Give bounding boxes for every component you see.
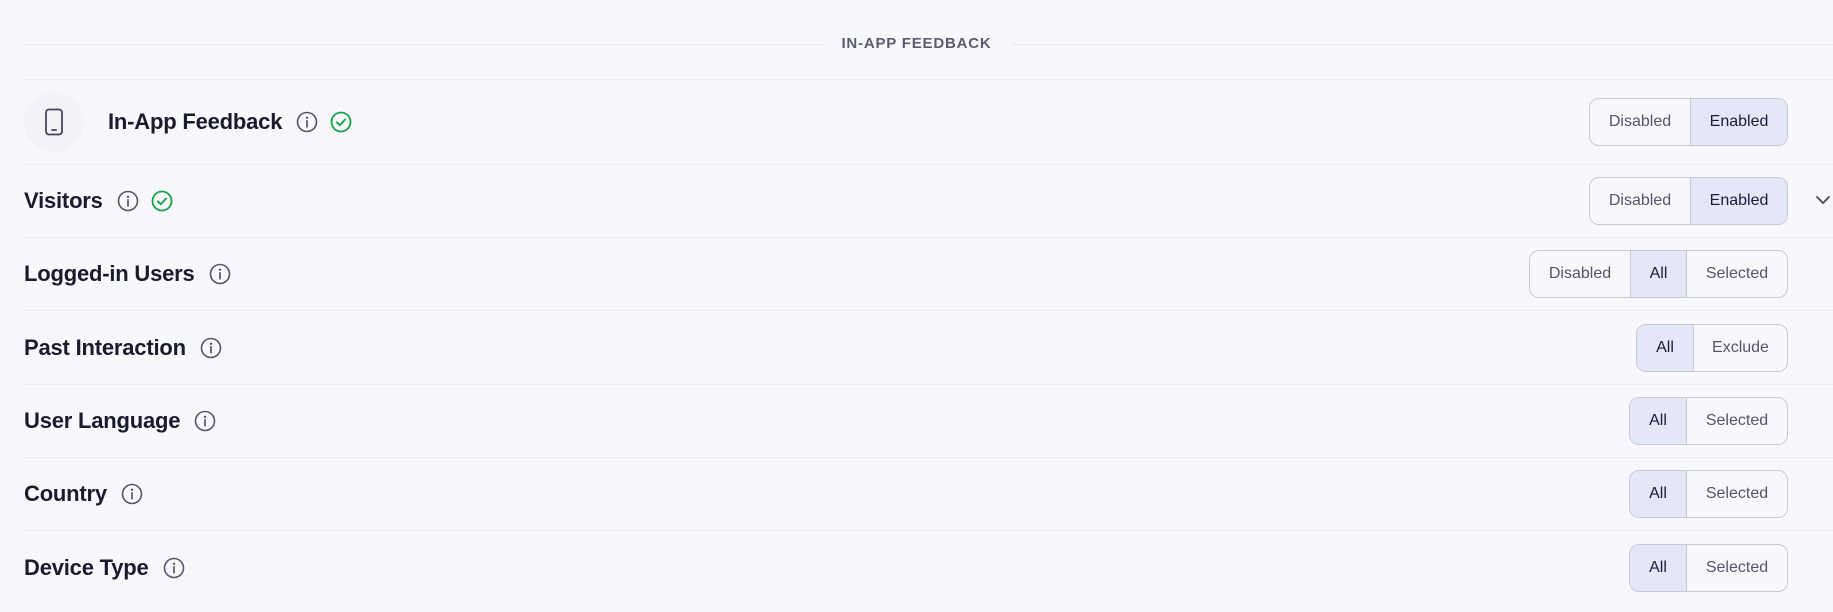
device-badge bbox=[24, 92, 84, 152]
info-icon[interactable] bbox=[200, 337, 222, 359]
verified-check-icon bbox=[330, 111, 352, 133]
row-visitors: Visitors bbox=[24, 164, 1833, 237]
row-in-app-feedback: In-App Feedback bbox=[24, 79, 1833, 164]
info-icon[interactable] bbox=[296, 111, 318, 133]
option-all[interactable]: All bbox=[1637, 325, 1693, 371]
option-disabled[interactable]: Disabled bbox=[1590, 178, 1690, 224]
device-type-toggle: All Selected bbox=[1629, 544, 1788, 592]
info-icon[interactable] bbox=[209, 263, 231, 285]
row-label: Country bbox=[24, 481, 107, 506]
option-enabled[interactable]: Enabled bbox=[1690, 178, 1787, 224]
option-all[interactable]: All bbox=[1630, 471, 1686, 517]
option-exclude[interactable]: Exclude bbox=[1693, 325, 1787, 371]
row-label: Logged-in Users bbox=[24, 261, 195, 286]
option-selected[interactable]: Selected bbox=[1686, 471, 1787, 517]
info-icon[interactable] bbox=[117, 190, 139, 212]
row-label: In-App Feedback bbox=[108, 109, 283, 134]
row-country: Country bbox=[24, 457, 1833, 530]
past-interaction-toggle: All Exclude bbox=[1636, 324, 1788, 372]
visitors-toggle: Disabled Enabled bbox=[1589, 177, 1788, 225]
section-title: IN-APP FEEDBACK bbox=[821, 32, 1012, 56]
logged-in-users-toggle: Disabled All Selected bbox=[1529, 250, 1788, 298]
row-device-type: Device Type bbox=[24, 530, 1833, 604]
option-selected[interactable]: Selected bbox=[1686, 398, 1787, 444]
row-label: Device Type bbox=[24, 554, 149, 580]
option-disabled[interactable]: Disabled bbox=[1590, 99, 1690, 145]
info-icon[interactable] bbox=[121, 483, 143, 505]
option-selected[interactable]: Selected bbox=[1686, 251, 1787, 297]
option-disabled[interactable]: Disabled bbox=[1530, 251, 1630, 297]
info-icon[interactable] bbox=[194, 410, 216, 432]
country-toggle: All Selected bbox=[1629, 470, 1788, 518]
in-app-feedback-toggle: Disabled Enabled bbox=[1589, 98, 1788, 146]
in-app-feedback-settings: IN-APP FEEDBACK In-App Feedback Disabled… bbox=[0, 0, 1833, 612]
row-past-interaction: Past Interaction bbox=[24, 310, 1833, 384]
verified-check-icon bbox=[151, 190, 173, 212]
option-all[interactable]: All bbox=[1630, 251, 1686, 297]
option-all[interactable]: All bbox=[1630, 398, 1686, 444]
option-enabled[interactable]: Enabled bbox=[1690, 99, 1787, 145]
row-label: Past Interaction bbox=[24, 334, 186, 360]
row-label: Visitors bbox=[24, 188, 103, 213]
chevron-down-icon[interactable] bbox=[1814, 191, 1832, 209]
option-selected[interactable]: Selected bbox=[1686, 545, 1787, 591]
row-label: User Language bbox=[24, 408, 181, 433]
user-language-toggle: All Selected bbox=[1629, 397, 1788, 445]
info-icon[interactable] bbox=[163, 557, 185, 579]
row-user-language: User Language bbox=[24, 384, 1833, 457]
option-all[interactable]: All bbox=[1630, 545, 1686, 591]
mobile-device-icon bbox=[45, 108, 63, 136]
